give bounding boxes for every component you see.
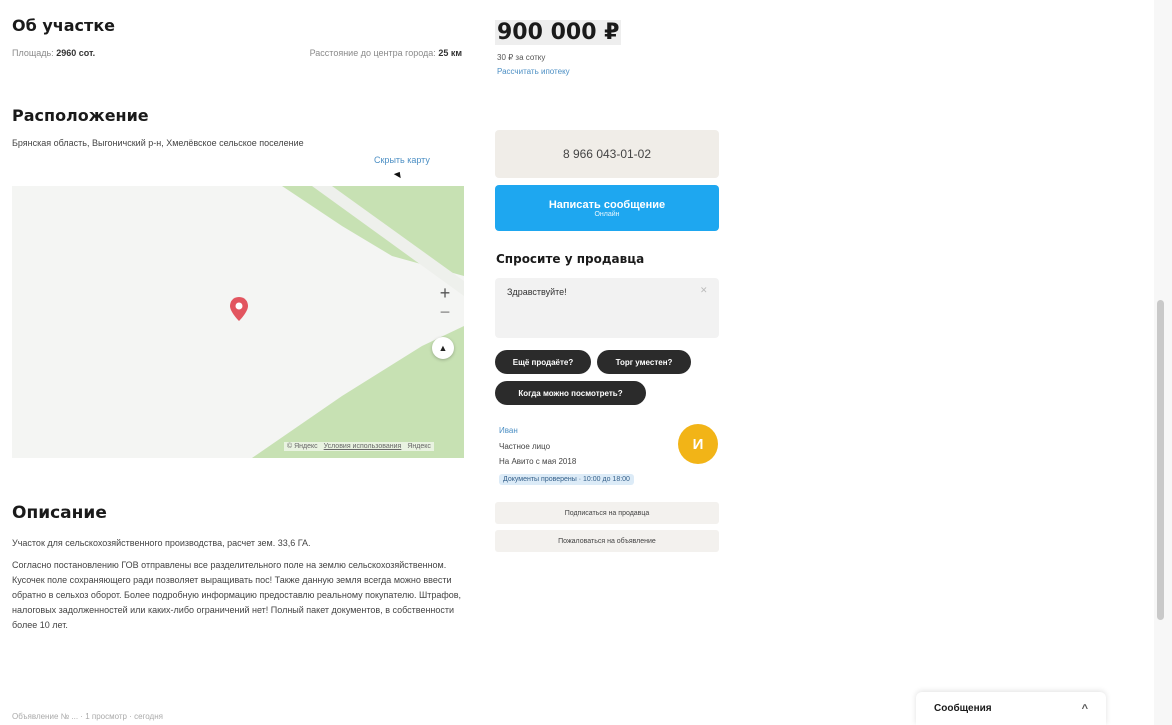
avatar-initials: И [692, 435, 704, 453]
messages-widget[interactable]: Сообщения ^ [916, 692, 1106, 725]
compass-icon[interactable]: ▲ [432, 337, 454, 359]
compass-glyph: ▲ [438, 343, 448, 353]
area-value: 2960 сот. [56, 48, 96, 58]
distance-value: 25 км [438, 48, 462, 58]
mortgage-link[interactable]: Рассчитать ипотеку [497, 67, 570, 76]
map-terms-link[interactable]: Условия использования [324, 443, 402, 450]
mouse-cursor-icon [393, 169, 404, 179]
location-title: Расположение [12, 106, 149, 125]
seller-name-link[interactable]: Иван [499, 426, 518, 435]
clear-icon[interactable]: ✕ [700, 285, 708, 296]
scrollbar-thumb[interactable] [1157, 300, 1164, 620]
ask-seller-input[interactable]: Здравствуйте! [495, 278, 719, 338]
seller-badge: Документы проверены · 10:00 до 18:00 [499, 474, 634, 485]
location-address: Брянская область, Выгоничский р-н, Хмелё… [12, 138, 304, 148]
chevron-up-icon[interactable]: ^ [1082, 703, 1088, 715]
map-more: Яндекс [407, 443, 431, 450]
description-paragraph-2: Согласно постановлению ГОВ отправлены вс… [12, 560, 462, 630]
about-row: Площадь: 2960 сот. Расстояние до центра … [12, 48, 462, 58]
description-paragraph-1: Участок для сельскохозяйственного произв… [12, 538, 311, 548]
show-phone-button[interactable]: 8 966 043-01-02 [495, 130, 719, 178]
zoom-in-button[interactable]: + [437, 283, 453, 304]
map-brand: © Яндекс [287, 443, 318, 450]
distance-label: Расстояние до центра города: [309, 48, 436, 58]
quick-question-when-view[interactable]: Когда можно посмотреть? [495, 381, 646, 405]
messages-label: Сообщения [934, 703, 992, 714]
map-pin-icon[interactable] [228, 296, 250, 322]
quick-question-bargain[interactable]: Торг уместен? [597, 350, 691, 374]
about-title: Об участке [12, 16, 116, 35]
map-terrain [252, 186, 464, 458]
description-title: Описание [12, 503, 107, 523]
price: 900 000 ₽ [495, 20, 622, 45]
area-label: Площадь: [12, 48, 54, 58]
subscribe-seller-button[interactable]: Подписаться на продавца [495, 502, 719, 524]
ask-seller-title: Спросите у продавца [496, 252, 645, 266]
seller-since: На Авито с мая 2018 [499, 457, 577, 466]
distance-info: Расстояние до центра города: 25 км [310, 48, 462, 58]
ask-seller-text: Здравствуйте! [507, 287, 567, 297]
listing-meta: Объявление № ... · 1 просмотр · сегодня [12, 712, 163, 721]
complain-button[interactable]: Пожаловаться на объявление [495, 530, 719, 552]
map-footer: © Яндекс Условия использования Яндекс [284, 442, 434, 451]
write-message-button[interactable]: Написать сообщение Онлайн [495, 185, 719, 231]
write-message-sub: Онлайн [594, 210, 620, 218]
quick-question-still-selling[interactable]: Ещё продаёте? [495, 350, 591, 374]
area-info: Площадь: 2960 сот. [12, 48, 95, 58]
seller-type: Частное лицо [499, 442, 551, 451]
price-per-unit: 30 ₽ за сотку [497, 53, 546, 62]
phone-number: 8 966 043-01-02 [562, 147, 652, 161]
seller-avatar[interactable]: И [678, 424, 718, 464]
zoom-out-button[interactable]: − [437, 302, 453, 323]
map[interactable]: + − ▲ © Яндекс Условия использования Янд… [12, 186, 464, 458]
write-message-label: Написать сообщение [548, 198, 666, 211]
hide-map-link[interactable]: Скрыть карту [374, 155, 430, 165]
